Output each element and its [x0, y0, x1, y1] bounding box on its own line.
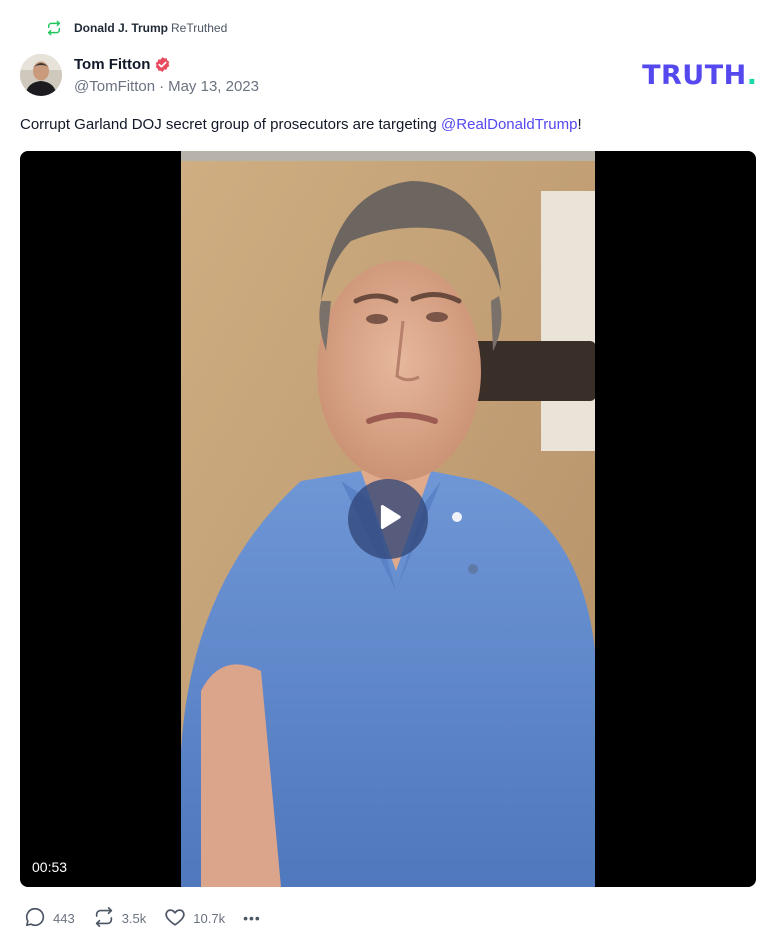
play-button[interactable]	[348, 479, 428, 559]
more-icon: •••	[243, 910, 261, 926]
truth-social-logo[interactable]: TRUTH.	[642, 59, 757, 91]
retruth-header: Donald J. Trump ReTruthed	[46, 19, 227, 37]
meta-separator: ·	[159, 78, 165, 95]
retruth-count: 3.5k	[121, 910, 147, 926]
mention-link[interactable]: @RealDonaldTrump	[441, 116, 577, 133]
post-actions: 443 3.5k 10.7k •••	[24, 906, 261, 930]
play-icon	[371, 500, 405, 539]
post-text-end: !	[577, 116, 582, 133]
like-button[interactable]: 10.7k	[164, 906, 225, 931]
avatar[interactable]	[20, 54, 62, 96]
retruth-icon	[46, 20, 62, 36]
author-block: Tom Fitton @TomFitton · May 13, 2023	[74, 54, 259, 96]
logo-wordmark: TRUTH	[642, 59, 747, 91]
post-text: Corrupt Garland DOJ secret group of pros…	[20, 116, 442, 133]
retruth-label: ReTruthed	[171, 21, 228, 35]
retruth-user-link[interactable]: Donald J. Trump	[74, 21, 168, 35]
reply-icon	[24, 906, 53, 931]
video-duration: 00:53	[32, 859, 68, 875]
more-options-button[interactable]: •••	[243, 910, 261, 926]
video-player[interactable]: 00:53	[20, 151, 756, 887]
retruth-button[interactable]: 3.5k	[93, 906, 147, 931]
reply-button[interactable]: 443	[24, 906, 75, 931]
post-body: Corrupt Garland DOJ secret group of pros…	[20, 114, 582, 136]
author-handle[interactable]: @TomFitton	[74, 78, 155, 95]
heart-icon	[164, 906, 193, 931]
post-date[interactable]: May 13, 2023	[168, 78, 259, 95]
verified-badge-icon	[154, 56, 171, 73]
like-count: 10.7k	[193, 910, 226, 926]
author-name[interactable]: Tom Fitton	[74, 56, 150, 73]
reply-count: 443	[53, 910, 75, 926]
retruth-icon	[93, 906, 122, 931]
logo-dot: .	[746, 59, 757, 91]
